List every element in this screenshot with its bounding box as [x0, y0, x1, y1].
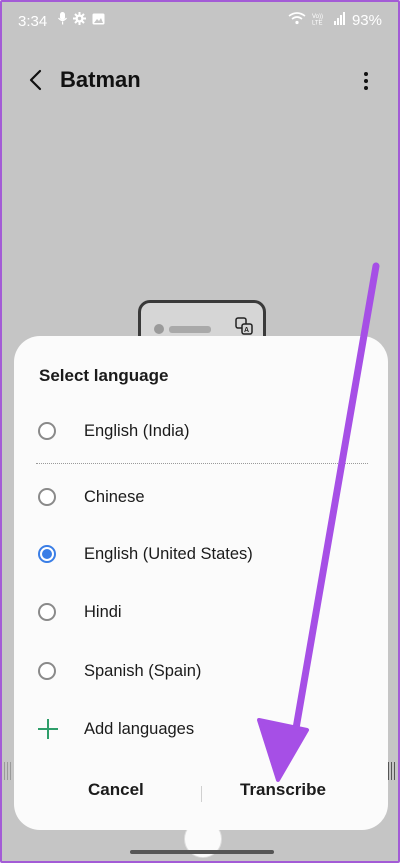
avatar: [154, 324, 164, 334]
option-label: Hindi: [84, 603, 122, 621]
wifi-icon: [288, 12, 306, 29]
select-language-dialog: Select language English (India) Chinese …: [14, 336, 388, 830]
microphone-icon: [57, 12, 68, 28]
status-bar: 3:34 Vo)) LTE 93%: [2, 2, 398, 42]
add-languages-label: Add languages: [84, 720, 195, 738]
dialog-title: Select language: [39, 366, 169, 385]
status-right: Vo)) LTE 93%: [288, 12, 382, 29]
waveform-edge-left: [4, 762, 12, 780]
gear-icon: [73, 12, 86, 28]
radio-button[interactable]: [38, 422, 56, 440]
cancel-button[interactable]: Cancel: [88, 780, 144, 800]
language-option-chinese[interactable]: Chinese: [14, 476, 388, 520]
waveform-edge-right: [388, 762, 396, 780]
svg-text:Vo)): Vo)): [312, 14, 323, 20]
radio-button-selected[interactable]: [38, 545, 56, 563]
home-indicator: [130, 850, 274, 854]
svg-text:A: A: [244, 327, 249, 334]
transcribe-button[interactable]: Transcribe: [240, 780, 326, 800]
option-label: Spanish (Spain): [84, 662, 202, 680]
more-vertical-icon[interactable]: [356, 69, 376, 95]
option-label: English (India): [84, 422, 190, 440]
radio-button[interactable]: [38, 662, 56, 680]
page-title: Batman: [60, 67, 141, 92]
app-bar: Batman: [2, 57, 398, 107]
radio-button[interactable]: [38, 488, 56, 506]
language-option-spanish-spain[interactable]: Spanish (Spain): [14, 650, 388, 694]
button-separator: [201, 786, 202, 802]
battery-level: 93%: [351, 12, 382, 29]
signal-icon: [333, 12, 346, 29]
placeholder-bar: [169, 326, 211, 333]
status-time: 3:34: [18, 13, 48, 30]
svg-text:LTE: LTE: [312, 21, 323, 26]
language-option-hindi[interactable]: Hindi: [14, 591, 388, 635]
option-label: Chinese: [84, 488, 145, 506]
volte-icon: Vo)) LTE: [312, 12, 328, 29]
language-option-english-us[interactable]: English (United States): [14, 533, 388, 577]
language-option-english-india[interactable]: English (India): [14, 410, 388, 454]
chevron-left-icon[interactable]: [24, 67, 50, 93]
plus-icon: [38, 719, 58, 739]
image-icon: [92, 13, 105, 28]
dialog-button-row: Cancel Transcribe: [14, 770, 388, 814]
status-left-icons: [57, 12, 105, 28]
option-label: English (United States): [84, 545, 253, 563]
add-languages-button[interactable]: Add languages: [14, 708, 388, 752]
divider: [36, 463, 368, 464]
radio-button[interactable]: [38, 603, 56, 621]
translate-icon: A: [235, 317, 253, 335]
screen-frame: 3:34 Vo)) LTE 93% Batman A Select langua…: [0, 0, 400, 863]
